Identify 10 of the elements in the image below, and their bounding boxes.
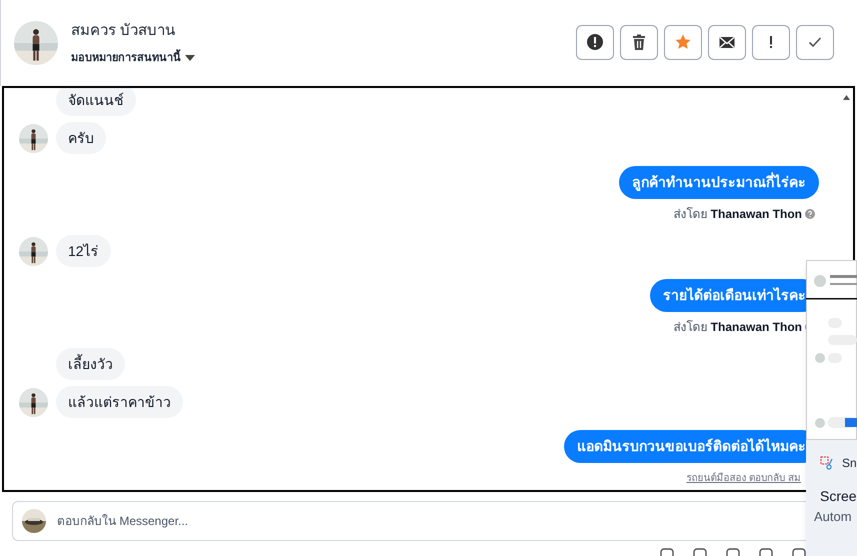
message-bubble: ลูกค้าทำนานประมาณกี่ไร่คะ (619, 166, 819, 199)
app-name: Sn (842, 455, 857, 472)
sent-by-label: ส่งโดย Thanawan Thon (673, 319, 802, 336)
message-bubble: แล้วแต่ราคาข้าว (56, 386, 183, 418)
sent-by-label: ส่งโดย Thanawan Thon (673, 206, 802, 223)
message-bubble: จัดแนนช์ (56, 88, 136, 116)
message-bubble: 12ไร่ (56, 235, 111, 267)
message-bubble: ครับ (56, 122, 106, 154)
message-bubble: เลี้ยงวัว (56, 348, 125, 380)
contact-name: สมควร บัวสบาน (71, 21, 176, 41)
